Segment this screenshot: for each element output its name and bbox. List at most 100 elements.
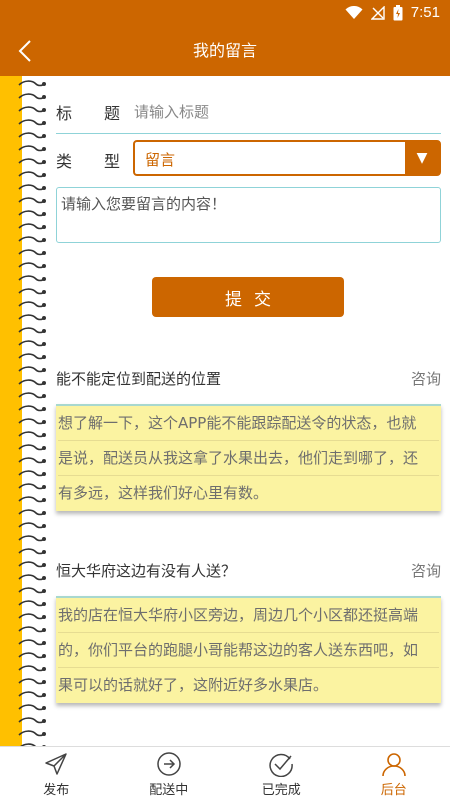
ring-binding-icon: [18, 353, 46, 360]
message-line: 我的店在恒大华府小区旁边，周边几个小区都还挺高端: [58, 598, 439, 633]
ring-binding-icon: [18, 639, 46, 646]
ring-binding-icon: [18, 145, 46, 152]
ring-binding-icon: [18, 561, 46, 568]
status-bar: 7:51: [0, 0, 450, 26]
message-body: 我的店在恒大华府小区旁边，周边几个小区都还挺高端 的，你们平台的跑腿小哥能帮这边…: [56, 596, 441, 703]
message-content-input[interactable]: [56, 187, 441, 243]
ring-binding-icon: [18, 405, 46, 412]
battery-icon: [393, 4, 403, 20]
ring-binding-icon: [18, 444, 46, 451]
type-label-char-2: 型: [104, 152, 121, 171]
dropdown-arrow-icon[interactable]: ▼: [405, 142, 439, 174]
message-card[interactable]: 恒大华府这边有没有人送？ 咨询 我的店在恒大华府小区旁边，周边几个小区都还挺高端…: [56, 560, 441, 703]
tab-label: 配送中: [149, 783, 189, 798]
app-bar: 我的留言: [0, 26, 450, 76]
ring-binding-icon: [18, 275, 46, 282]
ring-binding-icon: [18, 613, 46, 620]
ring-binding-icon: [18, 600, 46, 607]
message-title: 恒大华府这边有没有人送？: [56, 562, 237, 580]
ring-binding-icon: [18, 509, 46, 516]
ring-binding-icon: [18, 587, 46, 594]
ring-binding-icon: [18, 652, 46, 659]
ring-binding-icon: [18, 418, 46, 425]
ring-binding-icon: [18, 548, 46, 555]
ring-binding-icon: [18, 717, 46, 724]
status-time: 7:51: [410, 4, 440, 21]
ring-binding-icon: [18, 171, 46, 178]
ring-binding-icon: [18, 496, 46, 503]
ring-binding-icon: [18, 236, 46, 243]
main-content: 标题 类型 留言 ▼ 提交 能不能定位到配送的位置 咨询 想了解一下，这个APP…: [48, 76, 450, 746]
message-line: 有多远，这样我们好心里有数。: [58, 484, 269, 502]
ring-binding-icon: [18, 106, 46, 113]
ring-binding-icon: [18, 158, 46, 165]
message-body: 想了解一下，这个APP能不能跟踪配送令的状态，也就 是说，配送员从我这拿了水果出…: [56, 404, 441, 511]
tab-label: 后台: [380, 783, 407, 798]
type-select-value: 留言: [145, 151, 176, 169]
tab-completed[interactable]: 已完成: [225, 747, 338, 800]
title-row: 标题: [56, 94, 441, 134]
check-circle-icon: [269, 753, 294, 777]
ring-binding-icon: [18, 626, 46, 633]
send-icon: [45, 753, 67, 775]
ring-binding-icon: [18, 431, 46, 438]
title-input[interactable]: [134, 98, 434, 126]
message-card[interactable]: 能不能定位到配送的位置 咨询 想了解一下，这个APP能不能跟踪配送令的状态，也就…: [56, 368, 441, 511]
tab-label: 已完成: [261, 783, 301, 798]
ring-binding-icon: [18, 392, 46, 399]
arrow-circle-icon: [157, 752, 181, 776]
ring-binding-icon: [18, 184, 46, 191]
no-signal-icon: [370, 5, 385, 20]
message-line: 果可以的话就好了，这附近好多水果店。: [58, 676, 329, 694]
notebook-rings: [18, 76, 48, 746]
ring-binding-icon: [18, 730, 46, 737]
message-header: 能不能定位到配送的位置 咨询: [56, 368, 441, 392]
tab-delivering[interactable]: 配送中: [113, 747, 226, 800]
title-label-char-2: 题: [104, 104, 121, 123]
ring-binding-icon: [18, 132, 46, 139]
type-label-char-1: 类: [56, 152, 73, 171]
ring-binding-icon: [18, 210, 46, 217]
message-line: 想了解一下，这个APP能不能跟踪配送令的状态，也就: [58, 406, 439, 441]
ring-binding-icon: [18, 665, 46, 672]
ring-binding-icon: [18, 249, 46, 256]
title-label: 标题: [56, 100, 120, 124]
type-select[interactable]: 留言 ▼: [133, 140, 441, 176]
wifi-icon: [345, 5, 363, 19]
user-icon: [381, 753, 406, 777]
page-title: 我的留言: [192, 41, 257, 60]
message-line: 的，你们平台的跑腿小哥能帮这边的客人送东西吧，如: [58, 633, 439, 668]
ring-binding-icon: [18, 691, 46, 698]
tab-label: 发布: [43, 783, 70, 798]
ring-binding-icon: [18, 366, 46, 373]
ring-binding-icon: [18, 223, 46, 230]
ring-binding-icon: [18, 262, 46, 269]
tab-publish[interactable]: 发布: [0, 747, 113, 800]
ring-binding-icon: [18, 704, 46, 711]
message-category: 咨询: [410, 562, 441, 580]
submit-button[interactable]: 提交: [152, 277, 344, 317]
ring-binding-icon: [18, 314, 46, 321]
tab-backend[interactable]: 后台: [338, 747, 450, 800]
ring-binding-icon: [18, 119, 46, 126]
ring-binding-icon: [18, 535, 46, 542]
ring-binding-icon: [18, 379, 46, 386]
ring-binding-icon: [18, 288, 46, 295]
ring-binding-icon: [18, 574, 46, 581]
ring-binding-icon: [18, 197, 46, 204]
ring-binding-icon: [18, 470, 46, 477]
status-icons: 7:51: [345, 4, 440, 21]
ring-binding-icon: [18, 678, 46, 685]
ring-binding-icon: [18, 93, 46, 100]
ring-binding-icon: [18, 327, 46, 334]
ring-binding-icon: [18, 340, 46, 347]
message-line: 是说，配送员从我这拿了水果出去，他们走到哪了，还: [58, 441, 439, 476]
type-label: 类型: [56, 148, 120, 172]
ring-binding-icon: [18, 457, 46, 464]
message-header: 恒大华府这边有没有人送？ 咨询: [56, 560, 441, 584]
bottom-tab-bar: 发布 配送中 已完成 后台: [0, 746, 450, 800]
title-label-char-1: 标: [56, 104, 73, 123]
message-title: 能不能定位到配送的位置: [56, 370, 222, 388]
ring-binding-icon: [18, 80, 46, 87]
ring-binding-icon: [18, 522, 46, 529]
